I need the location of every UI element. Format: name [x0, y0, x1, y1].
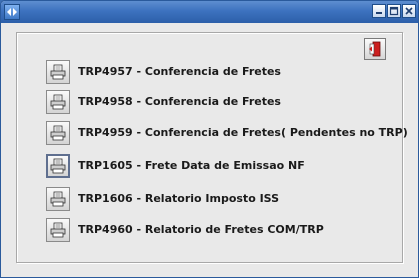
- title-bar[interactable]: [1, 1, 418, 23]
- printer-icon: [50, 158, 66, 174]
- report-button-trp4959[interactable]: [46, 121, 70, 145]
- report-menu-window: TRP4957 - Conferencia de Fretes TRP4958 …: [0, 0, 419, 278]
- exit-door-icon: [369, 41, 381, 57]
- printer-icon: [50, 125, 66, 141]
- report-button-trp4960[interactable]: [46, 218, 70, 242]
- menu-item-label: TRP1605 - Frete Data de Emissao NF: [78, 159, 305, 172]
- report-button-trp4958[interactable]: [46, 90, 70, 114]
- menu-item-label: TRP4957 - Conferencia de Fretes: [78, 65, 281, 78]
- printer-icon: [50, 222, 66, 238]
- minimize-icon: [376, 12, 382, 14]
- close-icon: [405, 7, 413, 15]
- app-icon[interactable]: [4, 4, 20, 20]
- menu-item-trp4958[interactable]: TRP4958 - Conferencia de Fretes: [46, 90, 386, 114]
- printer-icon: [50, 64, 66, 80]
- exit-button[interactable]: [364, 38, 386, 60]
- maximize-icon: [389, 6, 399, 16]
- menu-item-label: TRP4958 - Conferencia de Fretes: [78, 95, 281, 108]
- menu-item-label: TRP1606 - Relatorio Imposto ISS: [78, 192, 280, 205]
- menu-item-trp4960[interactable]: TRP4960 - Relatorio de Fretes COM/TRP: [46, 218, 386, 242]
- menu-item-trp1606[interactable]: TRP1606 - Relatorio Imposto ISS: [46, 187, 386, 211]
- minimize-button[interactable]: [372, 4, 386, 18]
- printer-icon: [50, 94, 66, 110]
- report-button-trp4957[interactable]: [46, 60, 70, 84]
- close-button[interactable]: [402, 4, 416, 18]
- report-button-trp1606[interactable]: [46, 187, 70, 211]
- menu-item-trp4959[interactable]: TRP4959 - Conferencia de Fretes( Pendent…: [46, 121, 408, 145]
- maximize-button[interactable]: [387, 4, 401, 18]
- menu-item-label: TRP4960 - Relatorio de Fretes COM/TRP: [78, 223, 324, 236]
- printer-icon: [50, 191, 66, 207]
- menu-item-trp4957[interactable]: TRP4957 - Conferencia de Fretes: [46, 60, 386, 84]
- menu-item-label: TRP4959 - Conferencia de Fretes( Pendent…: [78, 126, 408, 139]
- menu-item-trp1605[interactable]: TRP1605 - Frete Data de Emissao NF: [46, 154, 386, 178]
- report-button-trp1605[interactable]: [46, 154, 70, 178]
